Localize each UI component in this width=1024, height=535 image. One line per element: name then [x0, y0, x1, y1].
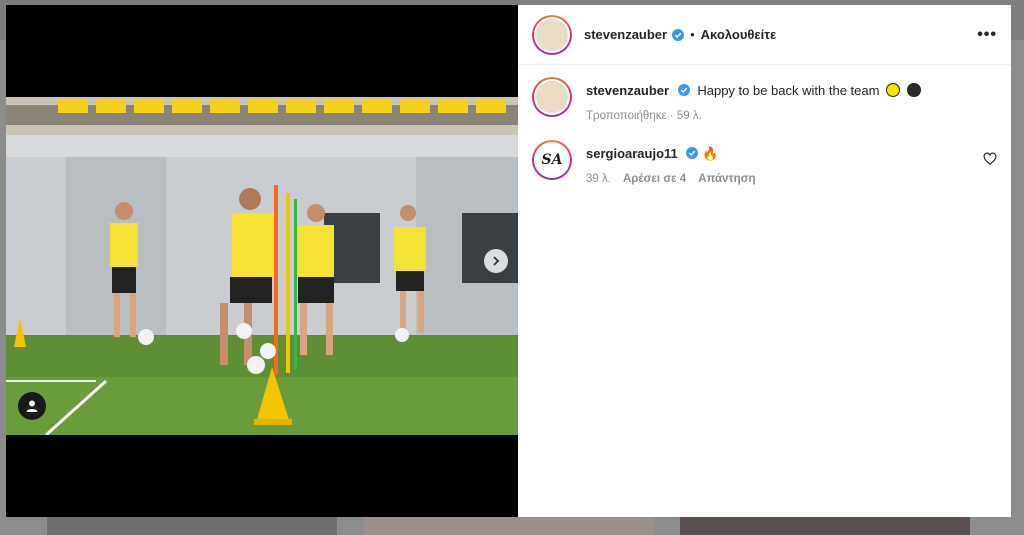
post-modal: stevenzauber • Ακολουθείτε ••• stevenzau…: [6, 5, 1011, 517]
user-tag-icon: [26, 400, 38, 412]
author-avatar[interactable]: [532, 14, 572, 55]
caption-text: Happy to be back with the team: [697, 83, 880, 98]
caption-meta: Τροποποιήθηκε · 59 λ.: [586, 110, 997, 122]
caption-edited-time: Τροποποιήθηκε · 59 λ.: [586, 110, 702, 122]
caption-time: 59 λ.: [676, 110, 702, 122]
caption-username[interactable]: stevenzauber: [586, 83, 669, 98]
reply-button[interactable]: Απάντηση: [698, 173, 755, 185]
comment-body: sergioaraujo11 🔥 39 λ. Αρέσει σε 4 Απάντ…: [586, 140, 983, 185]
avatar-image: [534, 16, 570, 53]
following-button[interactable]: Ακολουθείτε: [701, 27, 777, 42]
next-arrow-icon: [493, 256, 500, 266]
tagged-users-button[interactable]: [18, 392, 46, 420]
caption-row: stevenzauber Happy to be back with the t…: [532, 77, 997, 122]
post-photo: [6, 97, 518, 435]
comments-section: stevenzauber Happy to be back with the t…: [518, 65, 1011, 195]
more-options-icon[interactable]: •••: [977, 26, 997, 44]
verified-badge-icon: [686, 147, 699, 159]
next-photo-button[interactable]: [484, 249, 508, 273]
verified-badge-icon: [677, 84, 690, 96]
yellow-circle-emoji: [886, 83, 901, 97]
caption-avatar[interactable]: [532, 77, 572, 117]
verified-badge-icon: [672, 28, 685, 41]
avatar-image: [534, 79, 570, 115]
comment-username[interactable]: sergioaraujo11: [586, 146, 678, 161]
post-media: [6, 5, 518, 517]
post-sidebar: stevenzauber • Ακολουθείτε ••• stevenzau…: [518, 5, 1011, 517]
black-circle-emoji: [906, 83, 921, 97]
commenter-avatar[interactable]: SA: [532, 140, 572, 180]
heart-icon[interactable]: [983, 152, 997, 166]
comment-time: 39 λ.: [586, 173, 611, 185]
comment-likes-link[interactable]: Αρέσει σε 4: [623, 173, 686, 185]
separator-dot: •: [690, 27, 695, 42]
caption-line: stevenzauber Happy to be back with the t…: [586, 82, 997, 100]
caption-body: stevenzauber Happy to be back with the t…: [586, 77, 997, 122]
comment-line: sergioaraujo11 🔥: [586, 145, 983, 163]
comment-row: SA sergioaraujo11 🔥 39 λ. Αρέσει σε 4 Απ…: [532, 140, 997, 185]
fire-emoji: 🔥: [702, 146, 719, 161]
comment-meta: 39 λ. Αρέσει σε 4 Απάντηση: [586, 173, 983, 185]
author-username[interactable]: stevenzauber: [584, 27, 667, 42]
post-header: stevenzauber • Ακολουθείτε •••: [518, 5, 1011, 65]
commenter-avatar-logo: SA: [534, 142, 570, 178]
edited-label: Τροποποιήθηκε: [586, 110, 667, 122]
